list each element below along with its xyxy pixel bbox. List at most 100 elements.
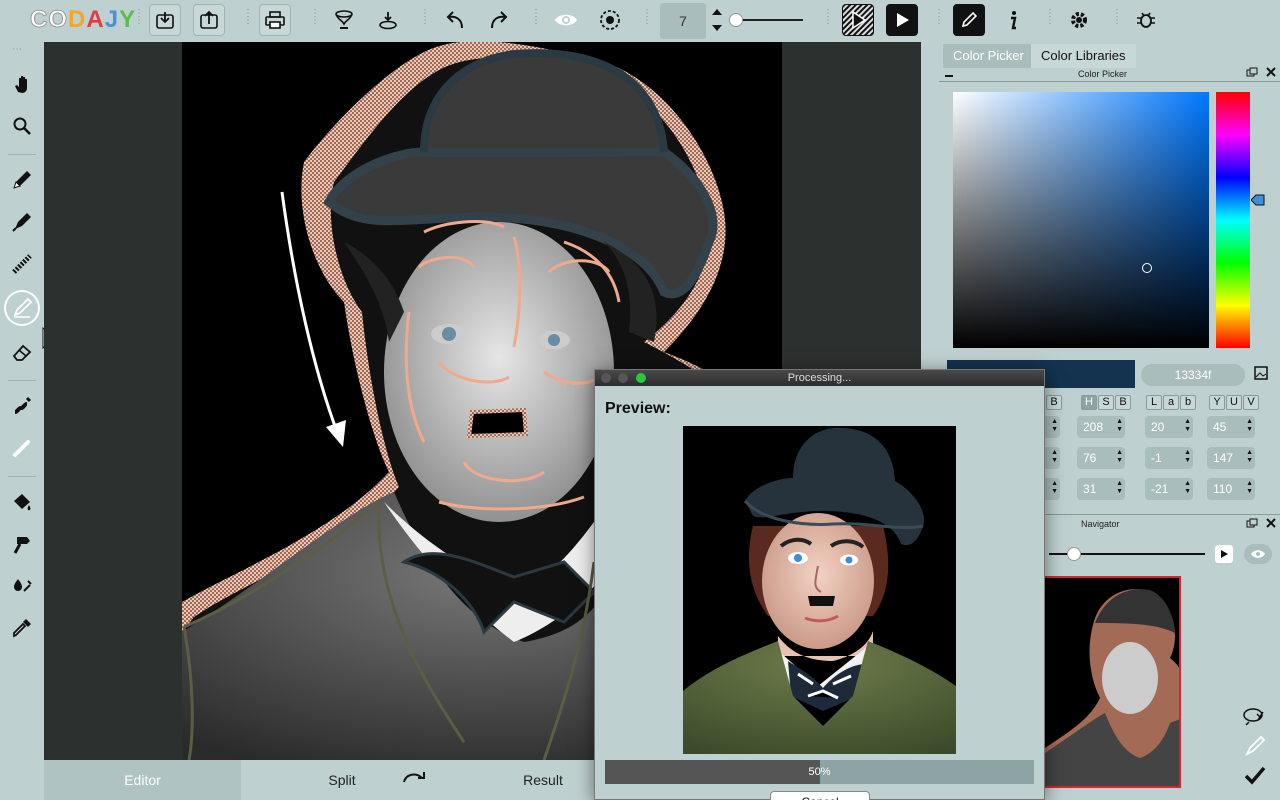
panel-close-icon[interactable]	[1266, 67, 1276, 77]
navigator-zoom-knob[interactable]	[1067, 547, 1081, 561]
print-icon	[265, 11, 285, 29]
hsb-s-input[interactable]: 76 ▲ ▼	[1077, 447, 1125, 469]
panel-float-icon[interactable]	[1246, 518, 1258, 528]
hammer-tool[interactable]	[4, 526, 40, 562]
funnel-button[interactable]	[328, 4, 360, 36]
yuv-u-header: U	[1226, 395, 1242, 410]
lab-b-value: -21	[1151, 482, 1169, 496]
brush-size-stepper[interactable]	[709, 4, 725, 36]
dialog-close-button[interactable]	[601, 373, 611, 383]
chalk-tool[interactable]	[4, 430, 40, 466]
upload-button[interactable]	[193, 4, 225, 36]
yuv-y-input[interactable]: 45 ▲ ▼	[1207, 416, 1255, 438]
film-button[interactable]	[594, 4, 626, 36]
logo-letter: C	[29, 6, 49, 34]
hatch-play-button[interactable]	[842, 4, 874, 36]
yuv-v-input[interactable]: 110 ▲ ▼	[1207, 478, 1255, 500]
navigator-thumbnail[interactable]	[1043, 576, 1181, 788]
brush-size-slider-knob[interactable]	[729, 13, 743, 27]
checkmark-icon[interactable]	[1243, 764, 1267, 786]
hsb-b-value: 31	[1083, 482, 1097, 496]
toolbar-grip: ⋮ ⋮	[310, 8, 320, 26]
hsb-b-input[interactable]: 31 ▲ ▼	[1077, 478, 1125, 500]
toolbar-grip: ⋮ ⋮	[531, 8, 541, 26]
hand-icon	[15, 76, 27, 93]
bucket-icon	[14, 494, 31, 511]
film-icon	[600, 10, 620, 30]
pen-mode-button[interactable]	[953, 4, 985, 36]
eraser-tool[interactable]	[4, 334, 40, 370]
hsb-b-header: B	[1115, 395, 1131, 410]
dialog-zoom-button[interactable]	[636, 373, 646, 383]
dialog-minimize-button[interactable]	[618, 373, 628, 383]
lab-a-input[interactable]: -1 ▲ ▼	[1145, 447, 1193, 469]
spray-icon	[379, 12, 397, 30]
play-icon	[897, 13, 909, 27]
play-button[interactable]	[886, 4, 918, 36]
toolbar-grip: ⋮ ⋮	[823, 8, 833, 26]
tab-color-picker[interactable]: Color Picker	[943, 44, 1034, 68]
info-icon	[1011, 11, 1017, 30]
brush-size-slider[interactable]	[735, 19, 803, 21]
preview-label: Preview:	[605, 400, 671, 417]
pencil-tool[interactable]	[4, 162, 40, 198]
brush-size-value[interactable]: 7	[660, 3, 706, 39]
panel-minimize-icon[interactable]	[945, 75, 953, 77]
toolbar-grip: ⋮ ⋮	[1045, 8, 1055, 26]
dotted-brush-icon	[12, 254, 32, 274]
preview-image	[683, 426, 956, 754]
color-brush-tool[interactable]	[4, 290, 40, 326]
toolbar-grip: ⋮ ⋮	[1112, 8, 1122, 26]
hand-tool[interactable]	[4, 66, 40, 102]
dropper-plus-icon	[14, 579, 32, 592]
undo-icon	[446, 11, 463, 29]
download-button[interactable]	[149, 4, 181, 36]
smudge-tool[interactable]	[4, 388, 40, 424]
undo-button[interactable]	[439, 4, 471, 36]
tab-split[interactable]: Split	[242, 760, 442, 800]
tab-editor[interactable]: Editor	[44, 760, 241, 800]
marker-icon	[12, 213, 31, 232]
hue-slider[interactable]	[1216, 92, 1250, 348]
link-tool-icon[interactable]	[1241, 706, 1269, 726]
spray-button[interactable]	[372, 4, 404, 36]
hsb-h-value: 208	[1083, 420, 1104, 434]
logo-letter: O	[48, 6, 69, 34]
preview-toggle-button[interactable]	[550, 4, 582, 36]
color-picker-header: Color Picker	[1078, 69, 1128, 79]
dropper-plus-tool[interactable]	[4, 568, 40, 604]
hex-input[interactable]: 13334f	[1141, 364, 1245, 386]
eyedropper-tool[interactable]	[4, 610, 40, 646]
top-toolbar: CODAJY ⋮ ⋮ ⋮ ⋮ ⋮ ⋮ ⋮ ⋮ ⋮ ⋮ ⋮ ⋮ 7 ⋮ ⋮ ⋮ ⋮…	[0, 0, 1280, 42]
panel-close-icon[interactable]	[1266, 518, 1276, 528]
yuv-u-input[interactable]: 147 ▲ ▼	[1207, 447, 1255, 469]
navigator-visibility-toggle[interactable]	[1244, 544, 1272, 564]
lab-b-input[interactable]: -21 ▲ ▼	[1145, 478, 1193, 500]
hsb-h-input[interactable]: 208 ▲ ▼	[1077, 416, 1125, 438]
yuv-y-value: 45	[1213, 420, 1227, 434]
navigator-play-button[interactable]	[1215, 545, 1233, 563]
feather-tool-icon[interactable]	[1243, 734, 1267, 758]
zoom-tool[interactable]	[4, 108, 40, 144]
info-button[interactable]	[997, 4, 1029, 36]
hue-slider-handle-icon[interactable]	[1251, 194, 1265, 206]
saturation-brightness-field[interactable]	[953, 92, 1209, 348]
panel-divider	[939, 81, 1280, 82]
image-picker-icon[interactable]	[1254, 366, 1268, 380]
eyedropper-icon	[13, 619, 31, 638]
dialog-titlebar[interactable]: Processing...	[595, 370, 1044, 386]
sb-picker-handle[interactable]	[1142, 263, 1152, 273]
cancel-button[interactable]: Cancel	[770, 791, 870, 800]
print-button[interactable]	[259, 4, 291, 36]
redo-button[interactable]	[483, 4, 515, 36]
settings-button[interactable]	[1063, 4, 1095, 36]
debug-button[interactable]	[1130, 4, 1162, 36]
progress-text: 50%	[808, 766, 831, 778]
panel-float-icon[interactable]	[1246, 67, 1258, 77]
lab-l-input[interactable]: 20 ▲ ▼	[1145, 416, 1193, 438]
tab-color-libraries[interactable]: Color Libraries	[1031, 44, 1136, 68]
dotted-brush-tool[interactable]	[4, 246, 40, 282]
marker-tool[interactable]	[4, 204, 40, 240]
rgb-b-header: B	[1046, 395, 1062, 410]
paint-bucket-tool[interactable]	[4, 484, 40, 520]
